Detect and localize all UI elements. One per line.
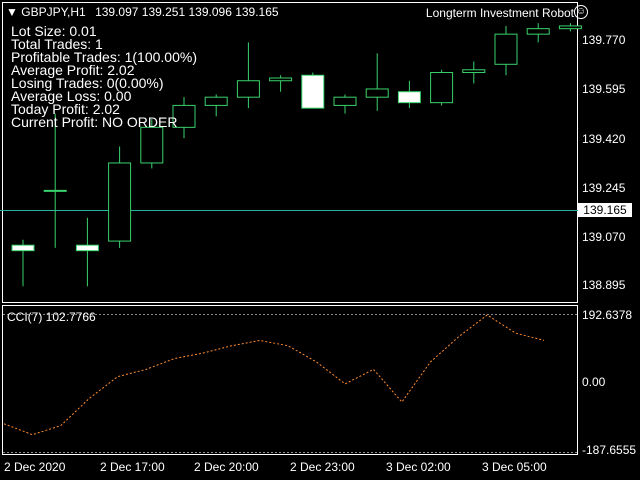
candle [494,25,518,76]
candle-body [430,72,454,104]
candle [75,217,99,287]
candle-body [333,96,357,106]
candle [301,72,325,109]
time-tick-label: 2 Dec 20:00 [194,460,259,474]
candle [269,75,293,92]
candle-body [140,126,164,164]
candle-body [236,80,260,98]
cci-tick-label: 0.00 [582,375,606,389]
candle-body [494,33,518,65]
candle [397,80,421,109]
smiley-icon[interactable]: ☺ [574,5,588,19]
candle [526,23,550,43]
candle [11,239,35,287]
candle-body [301,74,325,109]
price-tick-label: 139.595 [582,82,626,96]
candle-body [204,96,228,106]
chart-window[interactable]: ▼ GBPJPY,H1 139.097 139.251 139.096 139.… [0,0,640,480]
candle-body [11,244,35,252]
candle [204,94,228,117]
candle-body [75,244,99,252]
cci-line [3,314,545,436]
stat-line: Current Profit: NO ORDER [11,114,178,130]
cci-title: CCI(7) 102.7766 [7,310,96,324]
time-tick-label: 2 Dec 2020 [4,460,66,474]
candle-body [43,189,67,192]
dropdown-arrow-icon[interactable]: ▼ [6,5,18,19]
candle-body [108,162,132,242]
robot-name: Longterm Investment Robot [425,6,574,20]
candle [430,69,454,106]
quote-values: 139.097 139.251 139.096 139.165 [95,5,279,19]
candle-body [558,25,582,30]
candle [236,42,260,109]
candle [558,23,582,32]
candle-body [526,28,550,35]
stats-panel: Lot Size: 0.01 Total Trades: 1 Profitable … [11,24,197,130]
candle [365,53,389,111]
price-tick-label: 138.895 [582,278,626,292]
time-tick-label: 2 Dec 17:00 [100,460,165,474]
price-tick-label: 139.070 [582,230,626,244]
candle [462,61,486,84]
candle-body [462,69,486,74]
indicator-frame [2,305,578,455]
price-tick-label: 139.770 [582,33,626,47]
time-tick-label: 3 Dec 05:00 [482,460,547,474]
candle-body [269,77,293,82]
time-tick-label: 3 Dec 02:00 [386,460,451,474]
symbol-label: GBPJPY,H1 [21,5,86,19]
cci-tick-label: -187.6555 [582,443,637,457]
candle-body [397,91,421,104]
symbol-quote: ▼ GBPJPY,H1 139.097 139.251 139.096 139.… [6,5,279,19]
time-tick-label: 2 Dec 23:00 [290,460,355,474]
current-price-tag: 139.165 [578,203,632,217]
cci-tick-label: 192.6378 [582,308,633,322]
price-tick-label: 139.420 [582,132,626,146]
candle [108,146,132,248]
cci-level-lines [3,314,577,453]
price-tick-label: 139.245 [582,181,626,195]
candle-body [365,88,389,98]
candle [333,94,357,114]
candle [43,113,67,248]
